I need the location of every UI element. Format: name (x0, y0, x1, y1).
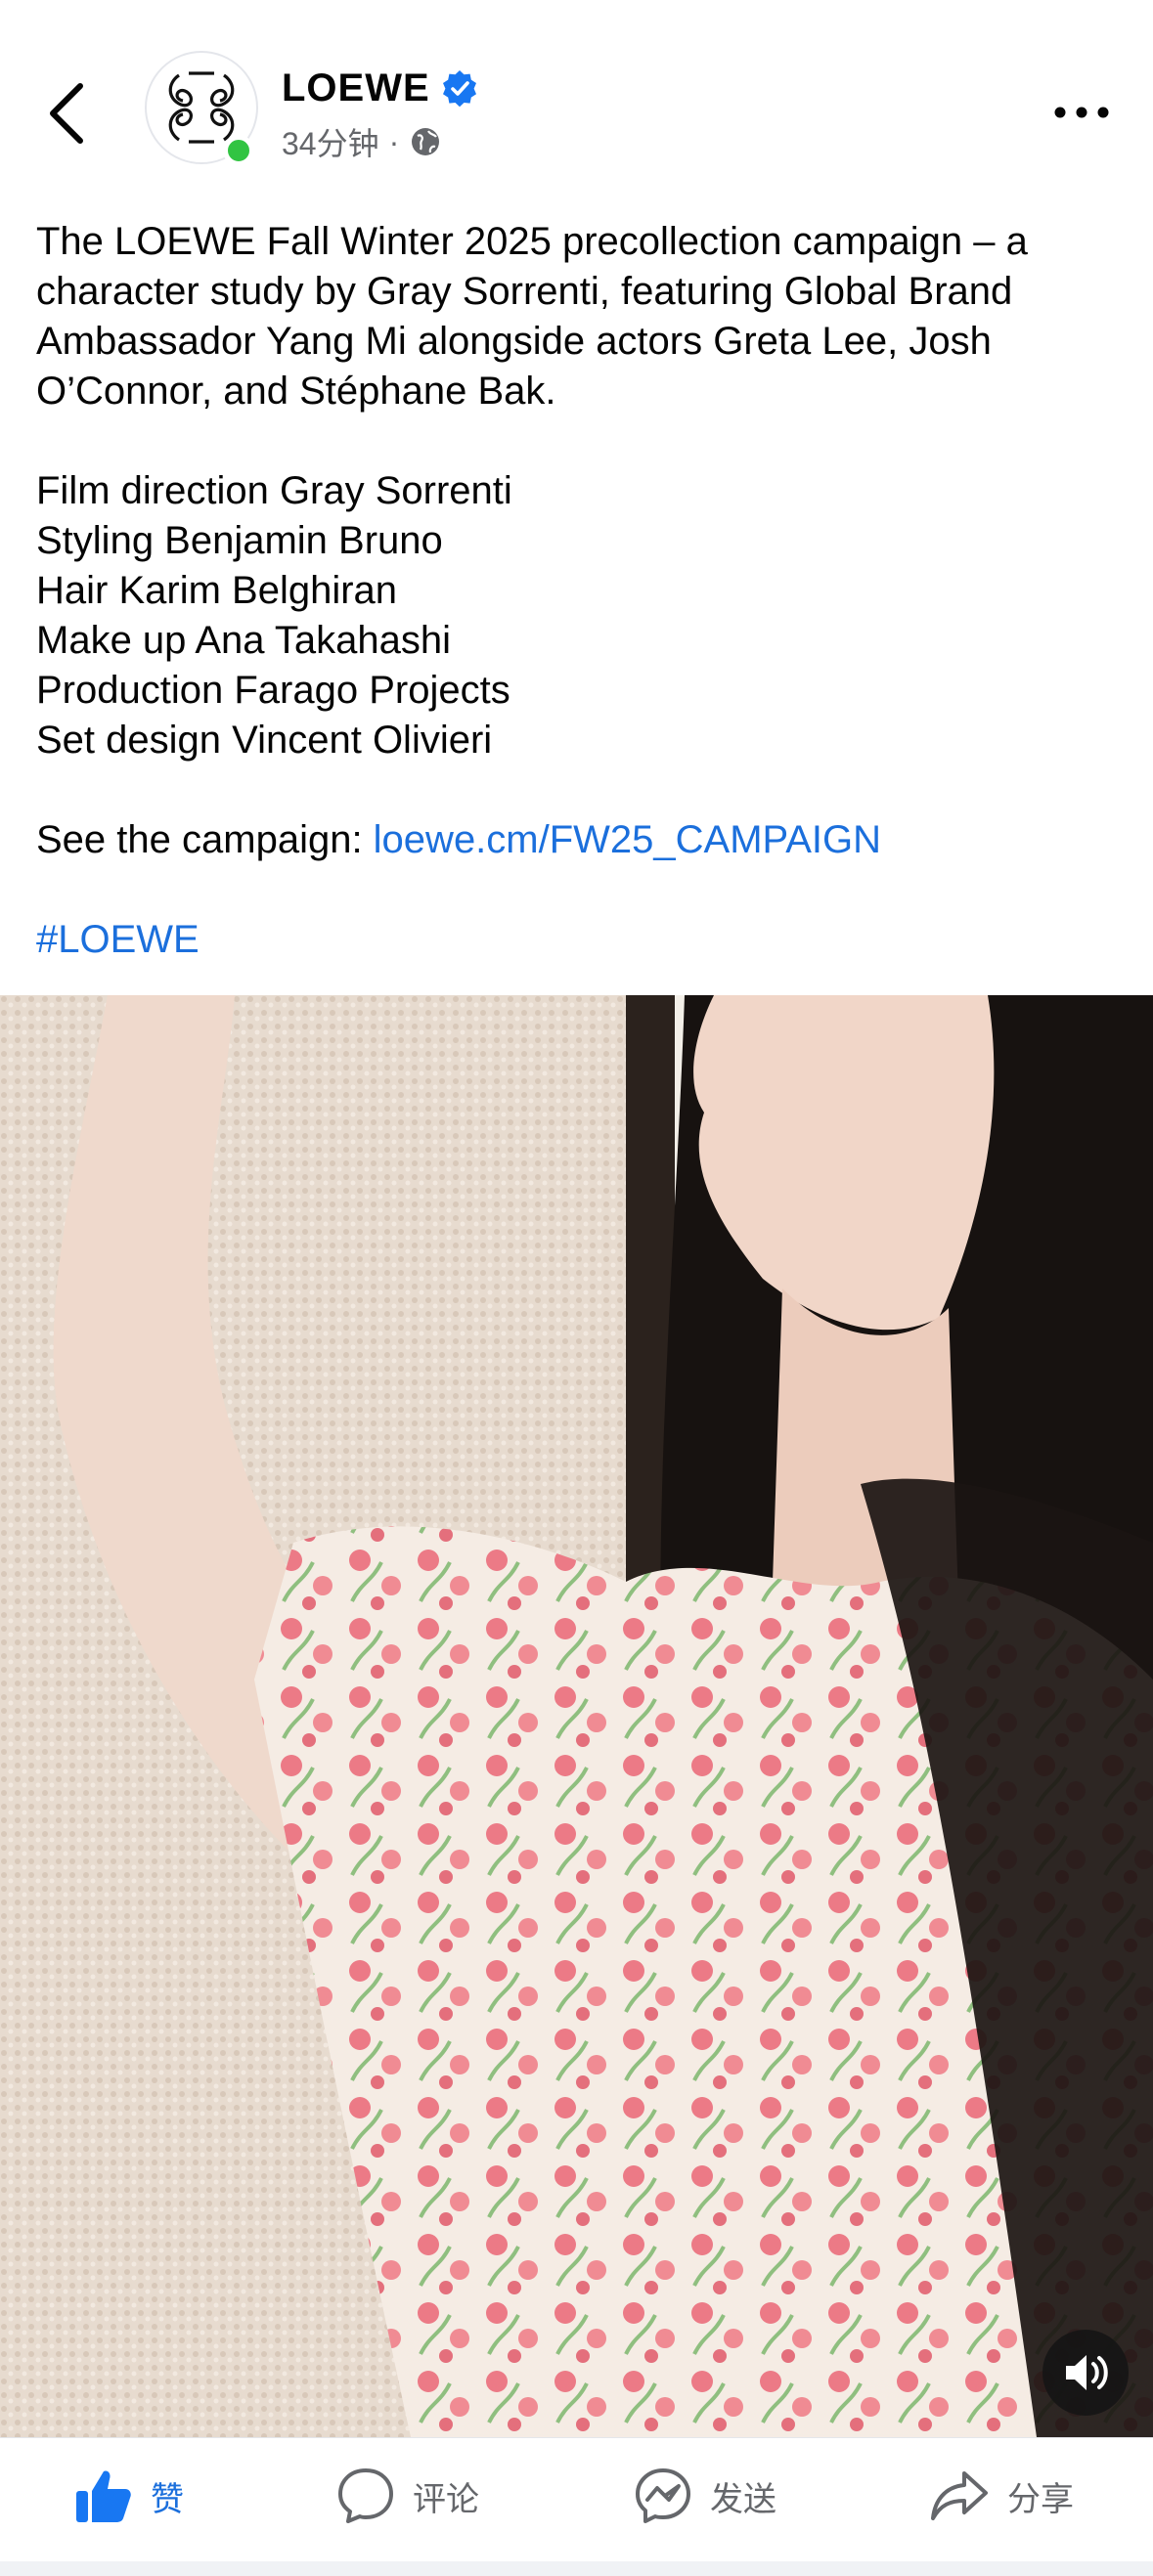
send-button[interactable]: 发送 (634, 2438, 776, 2554)
like-label: 赞 (151, 2480, 184, 2518)
hashtag-link[interactable]: #LOEWE (36, 918, 200, 961)
mute-button[interactable] (1042, 2330, 1129, 2416)
share-arrow-icon (931, 2471, 988, 2520)
campaign-line: See the campaign: loewe.cm/FW25_CAMPAIGN (36, 815, 1122, 865)
comment-label: 评论 (413, 2480, 479, 2518)
caption-line: O’Connor, and Stéphane Bak. (36, 370, 556, 413)
send-label: 发送 (710, 2480, 776, 2518)
comment-icon (338, 2468, 393, 2523)
credit-line: Production Farago Projects (36, 669, 510, 712)
campaign-prefix: See the campaign: (36, 818, 374, 861)
share-button[interactable]: 分享 (929, 2438, 1074, 2554)
messenger-icon (636, 2468, 690, 2523)
caption-line: Ambassador Yang Mi alongside actors Gret… (36, 320, 992, 363)
bottom-bar (0, 2561, 1153, 2576)
comment-button[interactable]: 评论 (336, 2438, 479, 2554)
post-caption: The LOEWE Fall Winter 2025 precollection… (36, 217, 1122, 965)
caption-line: The LOEWE Fall Winter 2025 precollection… (36, 220, 1028, 263)
online-status-dot (223, 135, 254, 166)
post-time[interactable]: 34分钟 (282, 119, 379, 164)
post-action-bar: 赞 评论 发送 分享 (0, 2437, 1153, 2576)
credit-line: Styling Benjamin Bruno (36, 519, 443, 562)
video-frame (0, 995, 1153, 2437)
credit-line: Film direction Gray Sorrenti (36, 469, 512, 512)
like-button[interactable]: 赞 (74, 2438, 184, 2554)
credit-line: Set design Vincent Olivieri (36, 719, 493, 762)
thumbs-up-icon (76, 2470, 131, 2522)
page-name[interactable]: LOEWE (282, 66, 430, 110)
campaign-link[interactable]: loewe.cm/FW25_CAMPAIGN (374, 818, 881, 861)
post-header: LOEWE 34分钟 · (0, 0, 1153, 196)
post-video[interactable] (0, 995, 1153, 2437)
post-meta: 34分钟 · (282, 119, 442, 164)
meta-separator: · (388, 123, 400, 159)
caption-line: character study by Gray Sorrenti, featur… (36, 270, 1013, 313)
back-button[interactable] (39, 76, 98, 151)
share-label: 分享 (1007, 2480, 1074, 2518)
credit-line: Hair Karim Belghiran (36, 569, 398, 612)
volume-icon (1066, 2355, 1108, 2390)
globe-icon (412, 128, 440, 155)
more-horizontal-icon (1054, 107, 1109, 118)
chevron-left-icon (50, 83, 83, 144)
page-name-row: LOEWE (282, 63, 479, 113)
more-options-button[interactable] (1052, 98, 1111, 127)
verified-badge-icon (442, 70, 476, 108)
credit-line: Make up Ana Takahashi (36, 619, 452, 662)
